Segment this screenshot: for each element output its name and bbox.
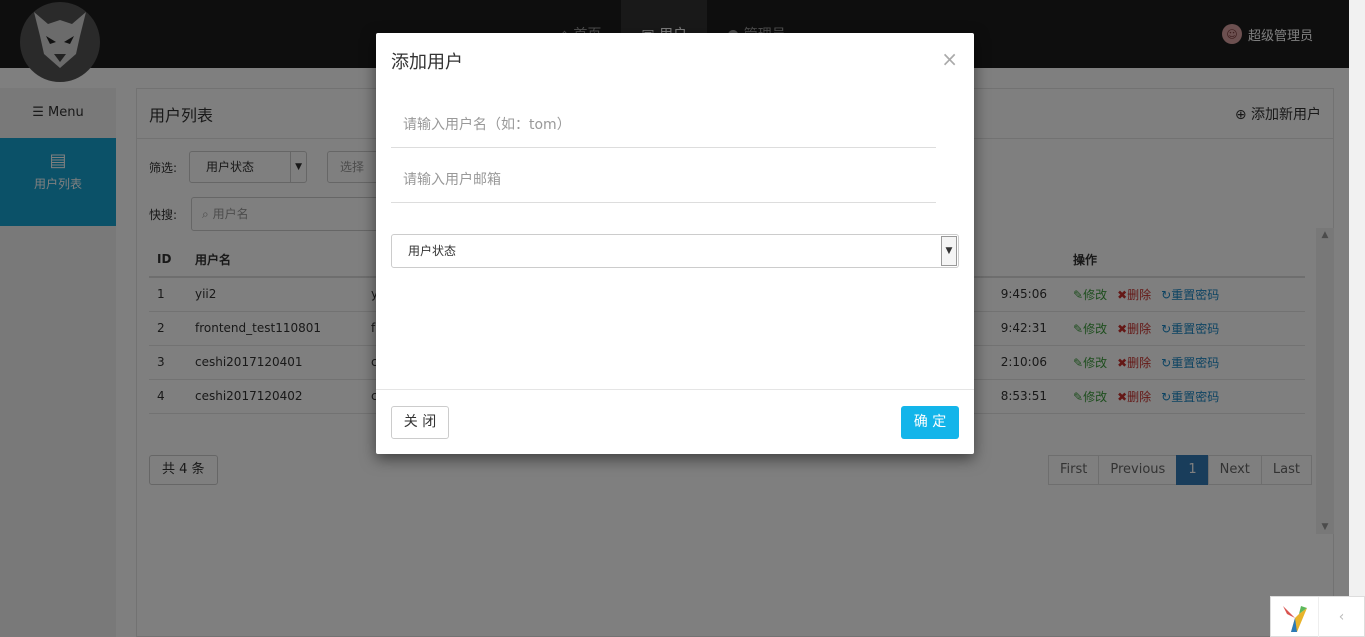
close-icon[interactable]: × <box>941 47 958 71</box>
close-button[interactable]: 关 闭 <box>391 406 449 439</box>
email-input[interactable]: 请输入用户邮箱 <box>391 158 936 203</box>
yii-logo-icon[interactable] <box>1271 597 1319 637</box>
chevron-left-icon[interactable]: ‹ <box>1319 597 1364 636</box>
modal-footer: 关 闭 确 定 <box>376 389 974 454</box>
page-scrollbar[interactable] <box>1349 0 1365 637</box>
wolf-logo <box>20 2 100 82</box>
debug-toolbar[interactable]: ‹ <box>1270 596 1365 637</box>
chevron-down-icon: ▼ <box>941 236 957 266</box>
add-user-modal: 添加用户 × 请输入用户名（如：tom） 请输入用户邮箱 用户状态 ▼ 关 闭 … <box>376 33 974 454</box>
status-select[interactable]: 用户状态 ▼ <box>391 234 959 268</box>
confirm-button[interactable]: 确 定 <box>901 406 959 439</box>
modal-header: 添加用户 × <box>376 33 974 89</box>
username-input[interactable]: 请输入用户名（如：tom） <box>391 103 936 148</box>
modal-title: 添加用户 <box>391 52 463 73</box>
